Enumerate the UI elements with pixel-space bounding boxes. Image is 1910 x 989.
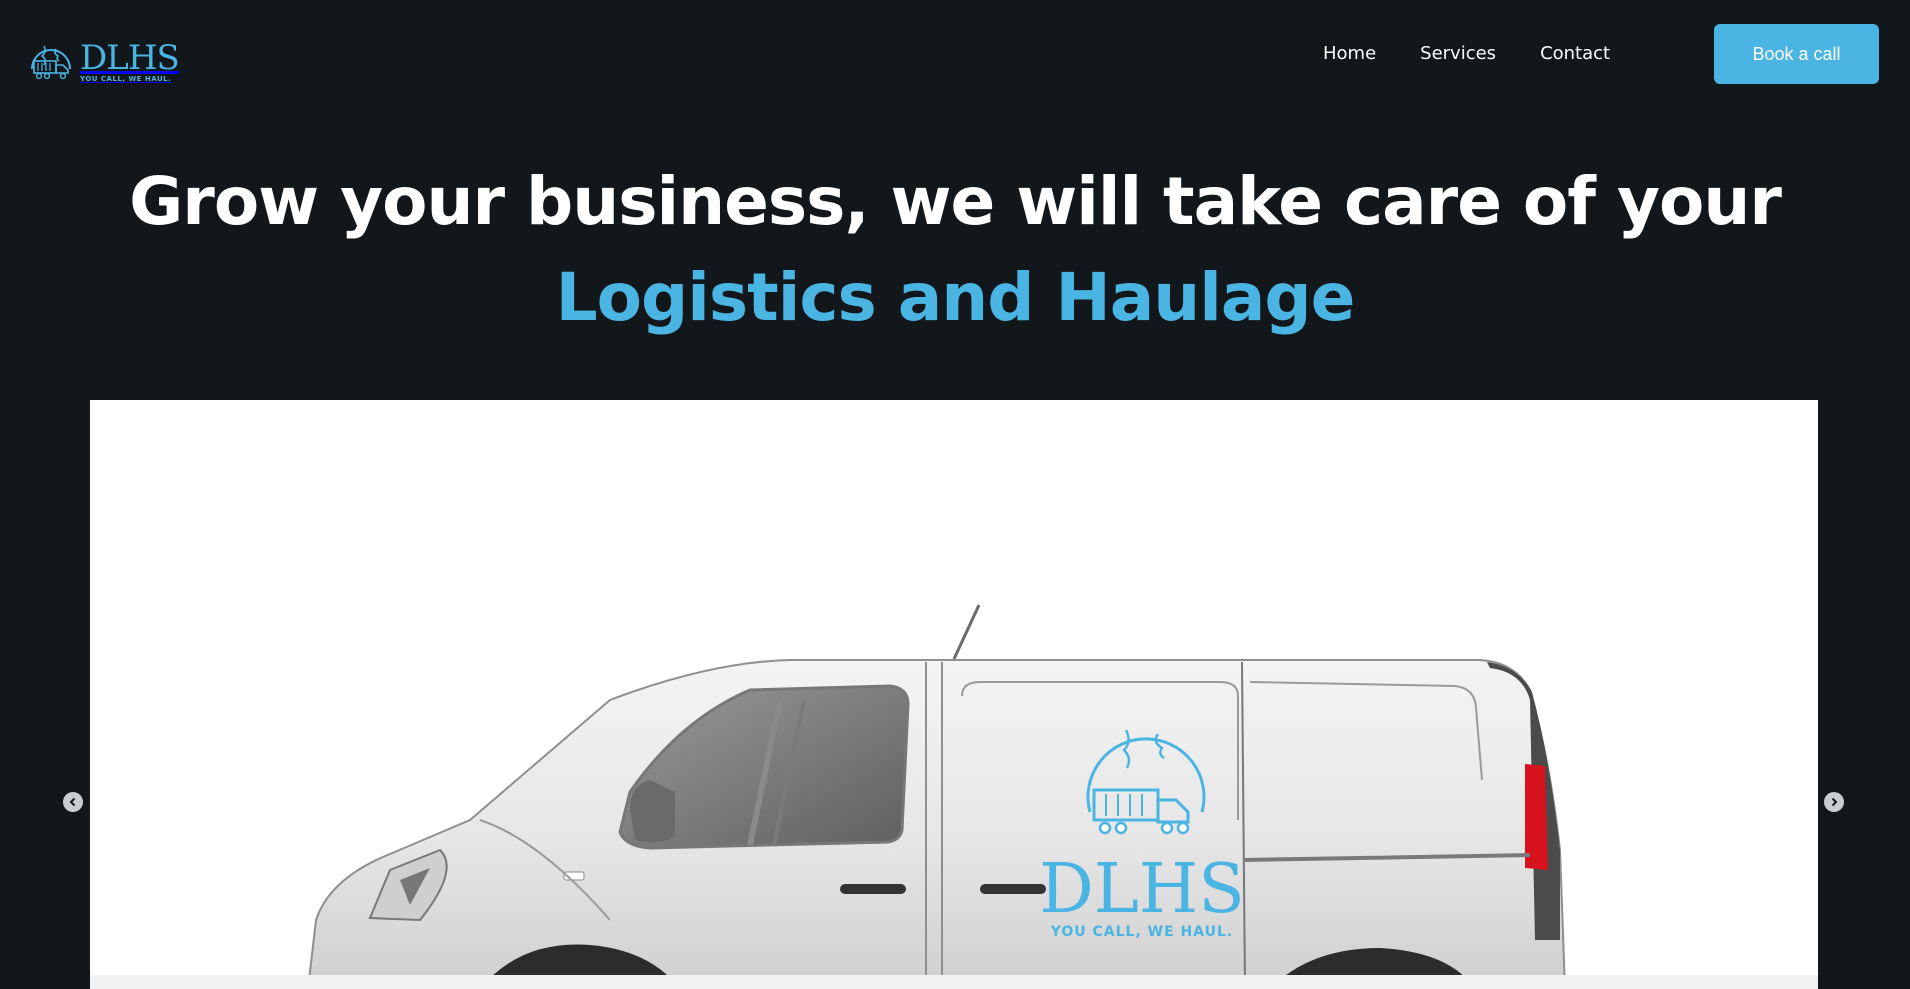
logo-text: DLHS YOU CALL, WE HAUL. [80,37,180,83]
hero-image-carousel: DLHS YOU CALL, WE HAUL. [90,400,1818,989]
book-a-call-button[interactable]: Book a call [1714,24,1879,84]
logo-wordmark: DLHS [80,37,180,78]
chevron-right-icon [1831,797,1838,807]
carousel-prev-button[interactable] [63,792,83,812]
hero-accent-title: Logistics and Haulage [555,259,1356,336]
chevron-left-icon [69,797,76,807]
logo-tagline: YOU CALL, WE HAUL. [80,74,172,83]
nav-link-contact[interactable]: Contact [1540,41,1610,67]
main-nav: Home Services Contact [1323,41,1610,67]
nav-link-home[interactable]: Home [1323,41,1376,67]
carousel-next-button[interactable] [1824,792,1844,812]
van-logo-tagline: YOU CALL, WE HAUL. [1050,924,1234,940]
van-logo-wordmark: DLHS [1039,850,1245,929]
site-header: DLHS YOU CALL, WE HAUL. Home Services Co… [0,0,1910,108]
logo[interactable]: DLHS YOU CALL, WE HAUL. [28,37,180,86]
nav-link-services[interactable]: Services [1420,41,1496,67]
branded-van-image: DLHS YOU CALL, WE HAUL. [90,604,1818,989]
globe-truck-logo-icon [31,45,71,80]
hero-title: Grow your business, we will take care of… [129,163,1782,240]
